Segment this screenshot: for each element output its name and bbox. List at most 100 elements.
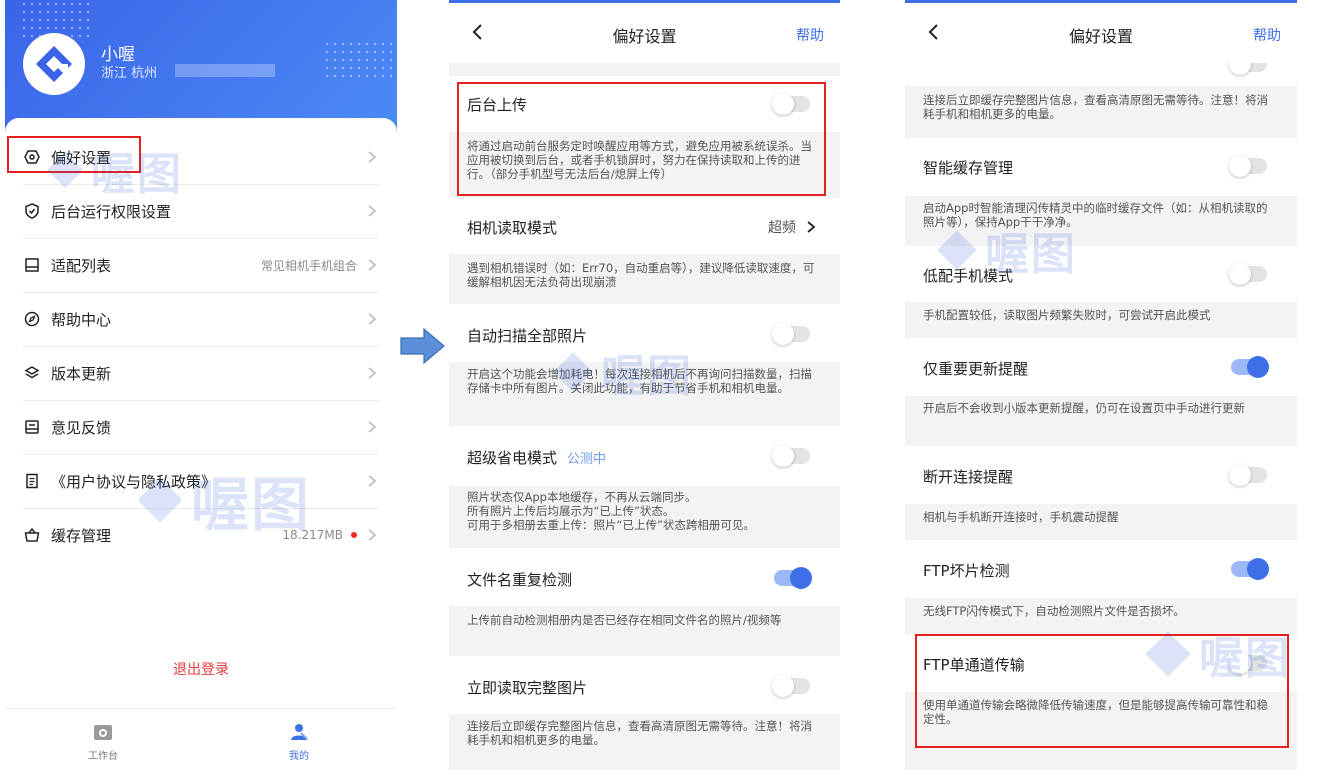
nav-bar: 偏好设置 帮助 bbox=[449, 3, 840, 63]
document-icon bbox=[23, 472, 41, 490]
disconnect-alert-toggle[interactable] bbox=[1229, 464, 1267, 486]
setting-smart-cache: 智能缓存管理 bbox=[905, 138, 1297, 196]
setting-desc: 连接后立即缓存完整图片信息，查看高清原图无需等待。注意！将消耗手机和相机更多的电… bbox=[449, 714, 840, 770]
menu-item-label: 缓存管理 bbox=[51, 526, 112, 545]
menu-item-compatibility-list[interactable]: 适配列表 常见相机手机组合 bbox=[23, 238, 379, 293]
setting-label: 超级省电模式 bbox=[467, 449, 558, 467]
setting-label: 相机读取模式 bbox=[467, 219, 558, 237]
menu-item-label: 适配列表 bbox=[51, 256, 112, 275]
device-list-icon bbox=[23, 256, 41, 274]
chevron-right-icon bbox=[368, 259, 377, 271]
setting-desc: 相机与手机断开连接时，手机震动提醒 bbox=[905, 504, 1297, 540]
setting-desc: 照片状态仅App本地缓存，不再从云端同步。 所有照片上传后均展示为“已上传”状态… bbox=[449, 486, 840, 548]
profile-screen: 小喔 浙江 杭州 偏好设置 后台运行权限设置 适配列表 常见相机手机组合 帮助中… bbox=[5, 0, 397, 770]
setting-camera-read-mode[interactable]: 相机读取模式 超频 bbox=[449, 198, 840, 254]
tab-label: 我的 bbox=[289, 751, 309, 762]
power-save-toggle[interactable] bbox=[772, 445, 810, 467]
page-title: 偏好设置 bbox=[1068, 27, 1133, 46]
beta-tag: 公测中 bbox=[567, 452, 607, 467]
highlight-box bbox=[7, 136, 141, 173]
shield-check-icon bbox=[23, 202, 41, 220]
help-link[interactable]: 帮助 bbox=[796, 25, 824, 45]
layers-icon bbox=[23, 364, 41, 382]
smart-cache-toggle[interactable] bbox=[1229, 155, 1267, 177]
notification-dot bbox=[351, 532, 357, 538]
chevron-right-icon bbox=[368, 421, 377, 433]
menu-item-help-center[interactable]: 帮助中心 bbox=[23, 292, 379, 347]
menu-item-label: 帮助中心 bbox=[51, 310, 112, 329]
chevron-right-icon bbox=[368, 205, 377, 217]
setting-ftp-bad-file-check: FTP坏片检测 bbox=[905, 540, 1297, 598]
help-link[interactable]: 帮助 bbox=[1253, 25, 1281, 45]
redacted-mask bbox=[175, 64, 275, 77]
tab-bar: 工作台 我的 bbox=[5, 708, 397, 770]
setting-auto-scan: 自动扫描全部照片 bbox=[449, 304, 840, 362]
feedback-icon bbox=[23, 418, 41, 436]
setting-desc: 上传前自动检测相册内是否已经存在相同文件名的照片/视频等 bbox=[449, 606, 840, 656]
menu-item-version-update[interactable]: 版本更新 bbox=[23, 346, 379, 401]
setting-value: 超频 bbox=[768, 220, 796, 236]
menu-item-value: 常见相机手机组合 bbox=[260, 258, 357, 273]
menu-item-feedback[interactable]: 意见反馈 bbox=[23, 400, 379, 455]
chevron-right-icon bbox=[368, 475, 377, 487]
setting-power-save: 超级省电模式 公测中 bbox=[449, 426, 840, 486]
flow-arrow-icon bbox=[400, 327, 445, 365]
decor-dots bbox=[323, 40, 393, 78]
full-read-toggle[interactable] bbox=[772, 675, 810, 697]
avatar[interactable] bbox=[23, 33, 85, 95]
chevron-right-icon bbox=[368, 151, 377, 163]
setting-desc: 启动App时智能清理闪传精灵中的临时缓存文件（如：从相机读取的照片等），保持Ap… bbox=[905, 196, 1297, 246]
setting-label: 文件名重复检测 bbox=[467, 571, 573, 589]
preferences-screen-top: 偏好设置 帮助 后台上传 将通过启动前台服务定时唤醒应用等方式，避免应用被系统误… bbox=[449, 0, 840, 770]
logout-button[interactable]: 退出登录 bbox=[5, 659, 397, 679]
app-logo-icon bbox=[36, 46, 72, 82]
chevron-right-icon bbox=[368, 313, 377, 325]
setting-desc: 连接后立即缓存完整图片信息，查看高清原图无需等待。注意！将消耗手机和相机更多的电… bbox=[905, 86, 1297, 138]
setting-label: FTP坏片检测 bbox=[923, 562, 1010, 580]
low-end-toggle[interactable] bbox=[1229, 263, 1267, 285]
compass-icon bbox=[23, 310, 41, 328]
setting-label: 断开连接提醒 bbox=[923, 468, 1014, 486]
menu-item-background-permission[interactable]: 后台运行权限设置 bbox=[23, 184, 379, 239]
preferences-screen-scrolled: 偏好设置 帮助 连接后立即缓存完整图片信息，查看高清原图无需等待。注意！将消耗手… bbox=[905, 0, 1297, 770]
menu-item-label: 意见反馈 bbox=[51, 418, 112, 437]
chevron-right-icon bbox=[807, 221, 816, 233]
auto-scan-toggle[interactable] bbox=[772, 323, 810, 345]
basket-icon bbox=[23, 526, 41, 544]
user-location: 浙江 杭州 bbox=[101, 66, 158, 81]
menu-item-label: 版本更新 bbox=[51, 364, 112, 383]
highlight-box bbox=[915, 634, 1289, 748]
setting-disconnect-alert: 断开连接提醒 bbox=[905, 446, 1297, 504]
major-update-toggle[interactable] bbox=[1231, 356, 1269, 378]
setting-label: 智能缓存管理 bbox=[923, 159, 1014, 177]
ftp-check-toggle[interactable] bbox=[1231, 558, 1269, 580]
setting-label: 立即读取完整图片 bbox=[467, 679, 588, 697]
setting-desc: 手机配置较低，读取图片频繁失败时，可尝试开启此模式 bbox=[905, 302, 1297, 338]
setting-desc: 开启这个功能会增加耗电！每次连接相机后不再询问扫描数量，扫描存储卡中所有图片。关… bbox=[449, 362, 840, 426]
setting-full-image-read: 立即读取完整图片 bbox=[449, 656, 840, 714]
menu-item-user-agreement[interactable]: 《用户协议与隐私政策》 bbox=[23, 454, 379, 509]
setting-low-end-mode: 低配手机模式 bbox=[905, 246, 1297, 302]
setting-label: 低配手机模式 bbox=[923, 267, 1014, 285]
setting-major-update-only: 仅重要更新提醒 bbox=[905, 338, 1297, 396]
highlight-box bbox=[457, 82, 826, 196]
setting-label: 自动扫描全部照片 bbox=[467, 327, 588, 345]
setting-label: 仅重要更新提醒 bbox=[923, 360, 1029, 378]
menu-item-value: 18.217MB bbox=[282, 528, 343, 542]
menu-item-label: 后台运行权限设置 bbox=[51, 202, 172, 221]
camera-icon bbox=[94, 725, 112, 740]
tab-label: 工作台 bbox=[88, 751, 118, 762]
user-icon bbox=[291, 724, 308, 740]
menu-item-cache-management[interactable]: 缓存管理 18.217MB bbox=[23, 508, 379, 562]
setting-desc: 开启后不会收到小版本更新提醒，仍可在设置页中手动进行更新 bbox=[905, 396, 1297, 446]
duplicate-check-toggle[interactable] bbox=[774, 567, 812, 589]
setting-filename-duplicate-check: 文件名重复检测 bbox=[449, 548, 840, 606]
nav-bar: 偏好设置 帮助 bbox=[905, 3, 1297, 63]
tab-workbench[interactable]: 工作台 bbox=[73, 723, 133, 762]
menu-item-label: 《用户协议与隐私政策》 bbox=[51, 472, 217, 491]
tab-mine[interactable]: 我的 bbox=[269, 723, 329, 762]
chevron-right-icon bbox=[368, 367, 377, 379]
chevron-right-icon bbox=[368, 529, 377, 541]
page-title: 偏好设置 bbox=[612, 27, 677, 46]
setting-desc: 遇到相机错误时（如：Err70，自动重启等），建议降低读取速度，可缓解相机因无法… bbox=[449, 254, 840, 304]
